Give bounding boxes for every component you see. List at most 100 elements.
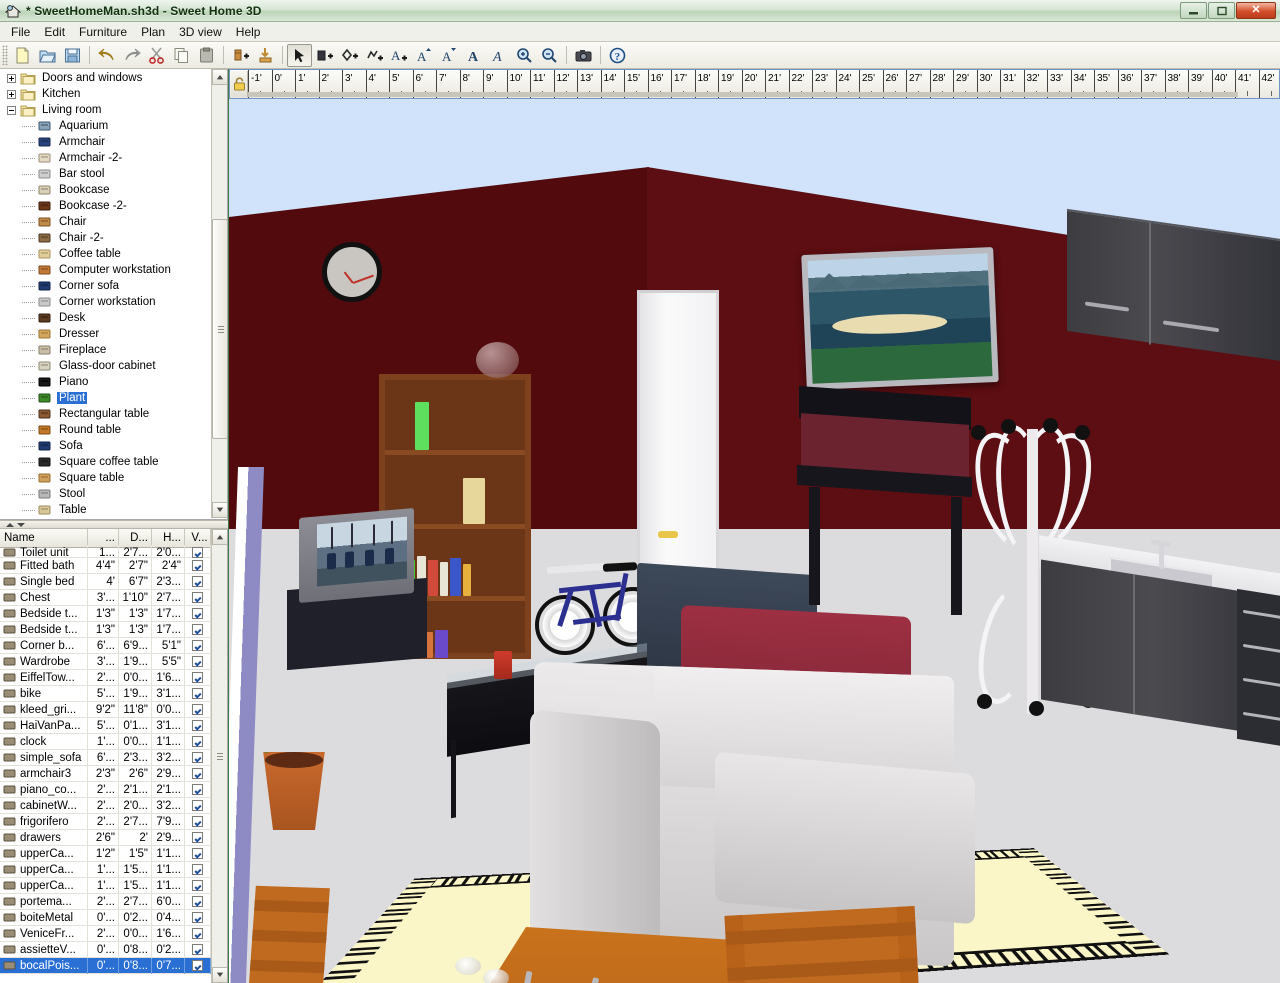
dining-chair-left[interactable] xyxy=(242,885,330,983)
ruler-lock-button[interactable] xyxy=(231,71,248,97)
visible-checkbox[interactable] xyxy=(192,672,203,683)
visible-checkbox[interactable] xyxy=(192,547,203,558)
dining-chair-right[interactable] xyxy=(724,906,924,983)
scroll-down-arrow[interactable] xyxy=(212,502,227,518)
furniture-visible-cell[interactable] xyxy=(185,941,211,958)
table-row[interactable]: drawers 2'6" 2' 2'9... xyxy=(0,829,227,846)
table-row[interactable]: armchair3 2'3" 2'6" 2'9... xyxy=(0,765,227,782)
visible-checkbox[interactable] xyxy=(192,640,203,651)
furniture-visible-cell[interactable] xyxy=(185,621,211,638)
select-mode-button[interactable] xyxy=(287,43,312,67)
catalog-item-chair[interactable]: Chair xyxy=(0,214,211,230)
scroll-down-arrow[interactable] xyxy=(212,967,227,983)
furniture-visible-cell[interactable] xyxy=(185,909,211,926)
visible-checkbox[interactable] xyxy=(192,784,203,795)
table-row[interactable]: Corner b... 6'... 6'9... 5'1" xyxy=(0,637,227,654)
catalog-item-dresser[interactable]: Dresser xyxy=(0,326,211,342)
save-button[interactable] xyxy=(60,44,85,67)
catalog-item-computer-workstation[interactable]: Computer workstation xyxy=(0,262,211,278)
close-button[interactable]: ✕ xyxy=(1236,2,1276,19)
table-row[interactable]: upperCa... 1'... 1'5... 1'1... xyxy=(0,861,227,878)
visible-checkbox[interactable] xyxy=(192,576,203,587)
help-button[interactable]: ? xyxy=(605,44,630,67)
undo-button[interactable] xyxy=(94,44,119,67)
table-row[interactable]: simple_sofa 6'... 2'3... 3'2... xyxy=(0,749,227,766)
zoom-out-button[interactable] xyxy=(537,44,562,67)
minimize-button[interactable] xyxy=(1180,2,1207,19)
catalog-vertical-scrollbar[interactable] xyxy=(211,69,227,518)
open-button[interactable] xyxy=(35,44,60,67)
furniture-visible-cell[interactable] xyxy=(185,605,211,622)
crt-television[interactable] xyxy=(299,507,414,604)
decrease-text-size-button[interactable]: A xyxy=(437,44,462,67)
furniture-visible-cell[interactable] xyxy=(185,557,211,574)
table-row[interactable]: clock 1'... 0'0... 1'1... xyxy=(0,733,227,750)
catalog-item-square-coffee-table[interactable]: Square coffee table xyxy=(0,454,211,470)
create-rooms-button[interactable] xyxy=(337,44,362,67)
catalog-item-fireplace[interactable]: Fireplace xyxy=(0,342,211,358)
panel-splitter[interactable] xyxy=(0,520,228,529)
table-row[interactable]: bike 5'... 1'9... 3'1... xyxy=(0,685,227,702)
wall-clock[interactable] xyxy=(322,242,382,302)
furniture-visible-cell[interactable] xyxy=(185,573,211,590)
table-row[interactable]: Chest 3'... 1'10" 2'7... xyxy=(0,589,227,606)
visible-checkbox[interactable] xyxy=(192,864,203,875)
visible-checkbox[interactable] xyxy=(192,768,203,779)
table-row[interactable]: cabinetW... 2'... 2'0... 3'2... xyxy=(0,797,227,814)
scroll-up-arrow[interactable] xyxy=(212,529,227,545)
visible-checkbox[interactable] xyxy=(192,720,203,731)
visible-checkbox[interactable] xyxy=(192,752,203,763)
create-walls-button[interactable] xyxy=(312,44,337,67)
table-row[interactable]: bocalPois... 0'... 0'8... 0'7... xyxy=(0,957,227,974)
scroll-up-arrow[interactable] xyxy=(212,69,227,85)
bold-button[interactable]: A xyxy=(462,44,487,67)
table-row[interactable]: HaiVanPa... 5'... 0'1... 3'1... xyxy=(0,717,227,734)
menu-file[interactable]: File xyxy=(4,23,37,41)
table-row[interactable]: portema... 2'... 2'7... 6'0... xyxy=(0,893,227,910)
table-row[interactable]: kleed_gri... 9'2" 11'8" 0'0... xyxy=(0,701,227,718)
white-sofa-seat[interactable] xyxy=(715,751,975,925)
furniture-visible-cell[interactable] xyxy=(185,845,211,862)
create-photo-button[interactable] xyxy=(571,44,596,67)
paste-button[interactable] xyxy=(194,44,219,67)
catalog-item-desk[interactable]: Desk xyxy=(0,310,211,326)
menu-plan[interactable]: Plan xyxy=(134,23,172,41)
visible-checkbox[interactable] xyxy=(192,688,203,699)
furniture-visible-cell[interactable] xyxy=(185,893,211,910)
catalog-item-sofa[interactable]: Sofa xyxy=(0,438,211,454)
fish-bowl[interactable] xyxy=(476,342,519,378)
catalog-category-kitchen[interactable]: Kitchen xyxy=(0,86,211,102)
furniture-visible-cell[interactable] xyxy=(185,669,211,686)
visible-checkbox[interactable] xyxy=(192,928,203,939)
table-row[interactable]: assietteV... 0'... 0'8... 0'2... xyxy=(0,941,227,958)
kitchen-drawers[interactable] xyxy=(1237,588,1280,748)
furniture-catalog-tree[interactable]: Doors and windows Kitchen Living room Aq… xyxy=(0,69,211,518)
add-text-button[interactable]: A xyxy=(387,44,412,67)
catalog-item-aquarium[interactable]: Aquarium xyxy=(0,118,211,134)
visible-checkbox[interactable] xyxy=(192,560,203,571)
create-polyline-button[interactable] xyxy=(362,44,387,67)
catalog-item-bookcase-2[interactable]: Bookcase -2- xyxy=(0,198,211,214)
menu-furniture[interactable]: Furniture xyxy=(72,23,134,41)
visible-checkbox[interactable] xyxy=(192,896,203,907)
visible-checkbox[interactable] xyxy=(192,592,203,603)
furniture-visible-cell[interactable] xyxy=(185,589,211,606)
flat-screen-tv[interactable] xyxy=(801,247,999,390)
italic-button[interactable]: A xyxy=(487,44,512,67)
table-row[interactable]: VeniceFr... 2'... 0'0... 1'6... xyxy=(0,925,227,942)
furniture-visible-cell[interactable] xyxy=(185,653,211,670)
wine-glass[interactable] xyxy=(483,969,509,983)
toolbar-grip[interactable] xyxy=(2,45,8,65)
furniture-visible-cell[interactable] xyxy=(185,957,211,974)
visible-checkbox[interactable] xyxy=(192,704,203,715)
catalog-item-plant[interactable]: Plant xyxy=(0,390,211,406)
increase-text-size-button[interactable]: A xyxy=(412,44,437,67)
import-furniture-button[interactable] xyxy=(253,44,278,67)
furniture-visible-cell[interactable] xyxy=(185,685,211,702)
catalog-item-armchair[interactable]: Armchair xyxy=(0,134,211,150)
add-furniture-button[interactable] xyxy=(228,44,253,67)
copy-button[interactable] xyxy=(169,44,194,67)
furniture-visible-cell[interactable] xyxy=(185,749,211,766)
table-row[interactable]: Wardrobe 3'... 1'9... 5'5" xyxy=(0,653,227,670)
catalog-item-table[interactable]: Table xyxy=(0,502,211,518)
